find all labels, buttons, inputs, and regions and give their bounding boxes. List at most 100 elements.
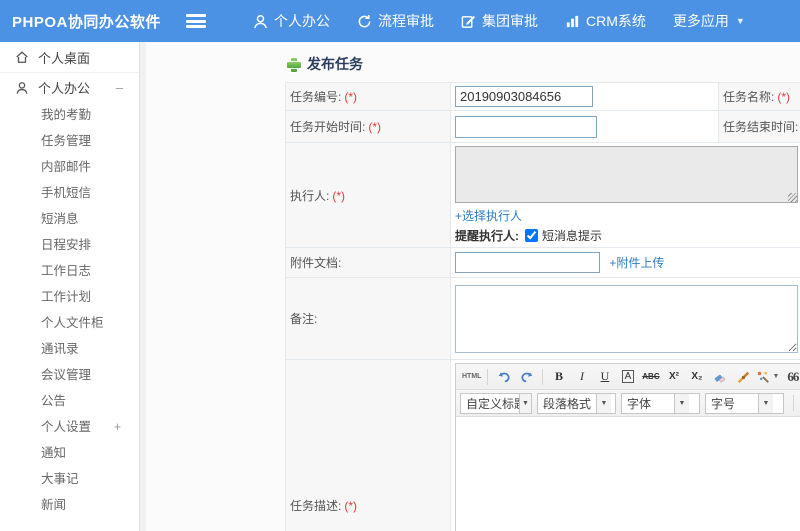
task-no-input[interactable]: [455, 86, 593, 107]
attachment-upload-link[interactable]: +附件上传: [609, 256, 664, 270]
undo-button[interactable]: [493, 367, 514, 387]
sidebar-item[interactable]: 公告: [0, 388, 139, 414]
task-no-label-cell: 任务编号: (*): [285, 82, 451, 111]
field-label: 执行人:: [290, 188, 330, 203]
sidebar-item[interactable]: 日程安排: [0, 232, 139, 258]
nav-more-apps[interactable]: 更多应用 ▼: [673, 11, 745, 31]
sidebar-item-desktop[interactable]: 个人桌面: [0, 42, 139, 73]
paragraph-format-select[interactable]: 段落格式 ▼: [537, 392, 616, 414]
nav-label: CRM系统: [586, 13, 646, 29]
start-time-label-cell: 任务开始时间: (*): [285, 110, 451, 143]
sidebar-item[interactable]: 会议管理: [0, 362, 139, 388]
workflow-icon: [358, 14, 371, 27]
sidebar-item-label: 工作日志: [41, 264, 92, 278]
select-value: 自定义标题: [466, 396, 527, 411]
redo-icon: [521, 371, 533, 382]
sidebar-item[interactable]: 个人设置 +: [0, 414, 139, 440]
sidebar-item[interactable]: 通知: [0, 440, 139, 466]
sidebar-item[interactable]: 工作日志: [0, 258, 139, 284]
user-icon: [16, 81, 28, 94]
required-mark: (*): [777, 90, 791, 104]
remind-executor-label: 提醒执行人:: [455, 229, 519, 243]
expand-icon[interactable]: +: [114, 414, 121, 440]
sidebar-item[interactable]: 大事记: [0, 466, 139, 492]
font-style-button[interactable]: A: [617, 367, 638, 387]
nav-label: 个人办公: [274, 13, 330, 29]
sidebar-item[interactable]: 内部邮件: [0, 154, 139, 180]
field-label: 附件文档:: [290, 256, 342, 270]
italic-button[interactable]: I: [571, 367, 592, 387]
redo-button[interactable]: [516, 367, 537, 387]
hamburger-menu-icon[interactable]: [186, 14, 206, 28]
task-name-label-cell: 任务名称: (*): [718, 82, 800, 111]
subscript-button[interactable]: X₂: [686, 367, 707, 387]
description-label-cell: 任务描述: (*): [285, 359, 451, 531]
caret-down-icon: ▼: [674, 393, 689, 413]
sidebar-item[interactable]: 新闻: [0, 492, 139, 518]
user-icon: [254, 14, 267, 28]
blockquote-button[interactable]: 66: [782, 367, 800, 387]
choose-executor-link[interactable]: +选择执行人: [455, 209, 522, 223]
field-label: 任务开始时间:: [290, 120, 366, 134]
caret-down-icon: ▼: [596, 393, 612, 413]
undo-icon: [498, 371, 510, 382]
format-painter-button[interactable]: [732, 367, 753, 387]
font-family-select[interactable]: 字体 ▼: [621, 392, 700, 414]
remark-textarea[interactable]: [455, 284, 798, 353]
rich-text-editor: HTML B I U A ABC X² X₂ ▼ 66 自定义标题 ▼ 段落格式…: [455, 363, 800, 531]
sidebar-item-label: 大事记: [41, 472, 79, 486]
sidebar-item[interactable]: 个人文件柜: [0, 310, 139, 336]
format-wand-button[interactable]: ▼: [755, 367, 780, 387]
sms-remind-label: 短消息提示: [542, 229, 603, 243]
sidebar-item-label: 我的考勤: [41, 108, 92, 122]
sidebar-item[interactable]: 我的考勤: [0, 102, 139, 128]
executor-textarea[interactable]: [455, 146, 798, 203]
strikethrough-button[interactable]: ABC: [640, 367, 661, 387]
select-value: 字号: [711, 396, 736, 411]
nav-label: 集团审批: [482, 13, 538, 29]
html-source-button[interactable]: HTML: [461, 367, 482, 387]
nav-group-approval[interactable]: 集团审批: [461, 11, 538, 31]
attachment-input[interactable]: [455, 252, 600, 273]
sidebar-item-label: 个人办公: [38, 81, 91, 96]
editor-toolbar-row2: 自定义标题 ▼ 段落格式 ▼ 字体 ▼ 字号 ▼: [456, 390, 800, 417]
custom-title-select[interactable]: 自定义标题 ▼: [460, 392, 532, 414]
superscript-button[interactable]: X²: [663, 367, 684, 387]
executor-label-cell: 执行人: (*): [285, 142, 451, 248]
sidebar-item-label: 工作计划: [41, 290, 92, 304]
sidebar-item[interactable]: 工作计划: [0, 284, 139, 310]
underline-button[interactable]: U: [594, 367, 615, 387]
field-label: 备注:: [290, 312, 318, 326]
eraser-button[interactable]: [709, 367, 730, 387]
sidebar-item-label: 公告: [41, 394, 67, 408]
sidebar-item-office[interactable]: 个人办公 –: [0, 73, 139, 102]
sidebar-item-label: 个人文件柜: [41, 316, 104, 330]
sidebar-item[interactable]: 任务管理: [0, 128, 139, 154]
sidebar-item[interactable]: 通讯录: [0, 336, 139, 362]
magic-wand-icon: [758, 371, 770, 383]
sms-remind-checkbox[interactable]: [525, 229, 538, 242]
font-size-select[interactable]: 字号 ▼: [705, 392, 784, 414]
task-form: 任务编号:(*) 任务名称:(*) 任务开始时间:(*) 任务结束时间:(*): [285, 82, 800, 531]
sidebar-item-label: 会议管理: [41, 368, 92, 382]
select-value: 字体: [627, 396, 652, 411]
field-label: 任务描述:: [290, 499, 342, 513]
top-nav: 个人办公 流程审批 集团审批 CRM系统 更多应用 ▼: [226, 11, 745, 31]
nav-label: 流程审批: [378, 13, 434, 29]
nav-crm-system[interactable]: CRM系统: [565, 11, 646, 31]
collapse-icon[interactable]: –: [116, 80, 123, 95]
bold-button[interactable]: B: [548, 367, 569, 387]
field-label: 任务结束时间:: [723, 120, 799, 134]
required-mark: (*): [368, 120, 382, 134]
sidebar-item-label: 日程安排: [41, 238, 92, 252]
nav-workflow-approval[interactable]: 流程审批: [357, 11, 434, 31]
required-mark: (*): [332, 188, 346, 203]
resize-handle[interactable]: [788, 193, 797, 202]
editor-body[interactable]: [456, 417, 800, 531]
sidebar-item-label: 通讯录: [41, 342, 79, 356]
nav-personal-office[interactable]: 个人办公: [253, 11, 330, 31]
start-time-input[interactable]: [455, 115, 597, 138]
font-style-glyph: A: [621, 370, 635, 383]
sidebar-item[interactable]: 手机短信: [0, 180, 139, 206]
sidebar-item[interactable]: 短消息: [0, 206, 139, 232]
